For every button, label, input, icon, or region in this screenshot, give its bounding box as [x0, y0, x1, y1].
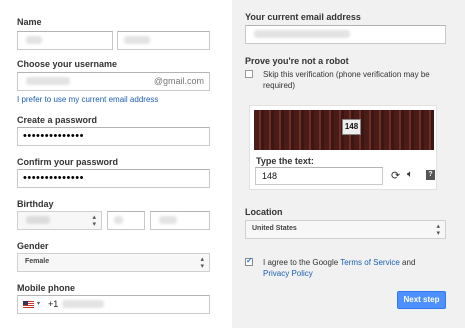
confirm-password-label: Confirm your password	[17, 157, 119, 167]
us-flag-icon[interactable]	[23, 301, 34, 308]
location-value: United States	[252, 225, 297, 232]
phone-number-value	[62, 300, 104, 308]
captcha-image: 148	[254, 110, 434, 150]
password-label: Create a password	[17, 115, 98, 125]
use-current-email-link[interactable]: I prefer to use my current email address	[17, 95, 158, 104]
refresh-icon[interactable]: ⟳	[391, 169, 400, 182]
birth-day-value	[114, 216, 123, 224]
mobile-phone-input[interactable]: ▾ +1	[17, 295, 210, 314]
robot-label: Prove you're not a robot	[245, 56, 349, 66]
privacy-policy-link[interactable]: Privacy Policy	[263, 269, 313, 278]
birth-year-input[interactable]	[150, 211, 210, 230]
birth-day-input[interactable]	[107, 211, 145, 230]
terms-prefix: I agree to the Google	[263, 258, 341, 267]
skip-verification-checkbox[interactable]	[245, 70, 253, 78]
speaker-icon[interactable]: 🔈︎	[407, 169, 413, 180]
birth-month-value	[26, 216, 50, 224]
terms-text: I agree to the Google Terms of Service a…	[263, 257, 443, 279]
password-value: ••••••••••••••	[23, 130, 84, 142]
type-text-label: Type the text:	[256, 156, 314, 166]
country-dropdown-icon[interactable]: ▾	[37, 300, 40, 307]
gender-value: Female	[25, 258, 50, 265]
name-label: Name	[17, 17, 42, 27]
terms-and: and	[399, 258, 416, 267]
captcha-box: 148 Type the text: 148 ⟳ 🔈︎ ?	[249, 105, 437, 190]
phone-country-code: +1	[48, 299, 59, 309]
location-label: Location	[245, 207, 283, 217]
confirm-password-input[interactable]: ••••••••••••••	[17, 169, 210, 188]
captcha-number: 148	[342, 119, 361, 135]
password-input[interactable]: ••••••••••••••	[17, 127, 210, 146]
username-value	[26, 77, 70, 85]
username-label: Choose your username	[17, 59, 118, 69]
first-name-input[interactable]	[17, 31, 113, 50]
username-input[interactable]: @gmail.com	[17, 72, 210, 91]
captcha-input[interactable]: 148	[255, 167, 383, 185]
checkmark-icon: ✓	[246, 256, 253, 265]
terms-of-service-link[interactable]: Terms of Service	[340, 258, 400, 267]
gender-label: Gender	[17, 241, 49, 251]
birth-year-value	[159, 216, 177, 224]
last-name-value	[124, 36, 150, 44]
last-name-input[interactable]	[117, 31, 210, 50]
gender-select[interactable]: Female ▴ ▾	[17, 253, 210, 272]
terms-checkbox[interactable]: ✓	[245, 256, 253, 266]
current-email-input[interactable]	[245, 25, 446, 44]
help-icon[interactable]: ?	[426, 170, 435, 180]
current-email-value	[254, 30, 350, 38]
current-email-label: Your current email address	[245, 12, 361, 22]
birth-month-select[interactable]: ▴ ▾	[17, 211, 102, 230]
location-select[interactable]: United States ▴ ▾	[245, 220, 446, 239]
up-down-arrows-icon: ▴ ▾	[92, 214, 96, 228]
next-step-button[interactable]: Next step	[397, 291, 446, 309]
mobile-phone-label: Mobile phone	[17, 283, 75, 293]
skip-verification-text: Skip this verification (phone verificati…	[263, 70, 430, 90]
birthday-label: Birthday	[17, 199, 54, 209]
up-down-arrows-icon: ▴ ▾	[200, 256, 204, 270]
captcha-input-value: 148	[262, 171, 278, 181]
first-name-value	[26, 36, 42, 44]
up-down-arrows-icon: ▴ ▾	[436, 223, 440, 237]
gmail-suffix: @gmail.com	[153, 76, 204, 86]
confirm-password-value: ••••••••••••••	[23, 172, 84, 184]
